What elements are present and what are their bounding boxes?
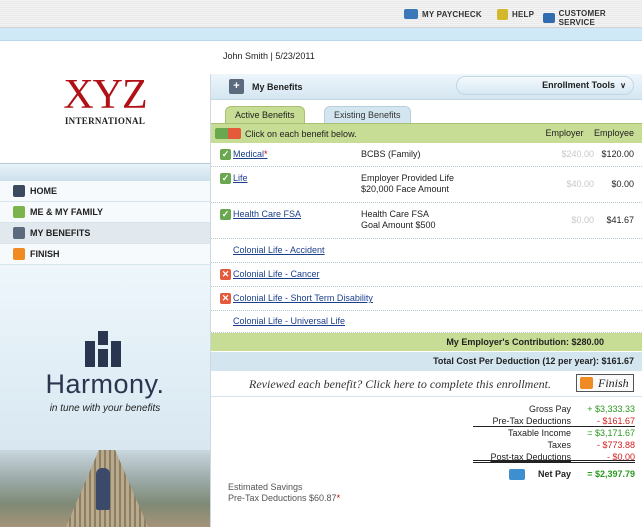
top-toolbar: MY PAYCHECK HELP CUSTOMER SERVICE bbox=[0, 0, 642, 28]
net-pay-row: Net Pay = $2,397.79 bbox=[473, 466, 635, 482]
nav-item-me-family[interactable]: ME & MY FAMILY bbox=[0, 202, 210, 223]
boardwalk-photo bbox=[0, 450, 210, 527]
family-icon bbox=[13, 206, 25, 218]
benefit-link-colonial-universal-life[interactable]: Colonial Life - Universal Life bbox=[233, 316, 345, 326]
employer-amount: $40.00 bbox=[566, 179, 594, 189]
employee-column-header: Employee bbox=[593, 128, 634, 138]
house-icon bbox=[13, 185, 25, 197]
finish-arrow-icon bbox=[580, 377, 593, 389]
paycheck-icon bbox=[404, 9, 418, 19]
taxable-income-row: Taxable Income = $3,171.67 bbox=[507, 428, 635, 438]
paycheck-summary: Estimated Savings Pre-Tax Deductions $60… bbox=[211, 397, 642, 514]
instruction-bar: Click on each benefit below. Employer Em… bbox=[211, 123, 642, 143]
harmony-tagline: in tune with your benefits bbox=[49, 403, 161, 414]
taxes-row: Taxes - $773.88 bbox=[547, 440, 635, 450]
nav-item-home[interactable]: HOME bbox=[0, 181, 210, 202]
harmony-promo: Harmony. in tune with your benefits bbox=[0, 265, 210, 527]
company-logo: XYZ INTERNATIONAL bbox=[0, 41, 210, 163]
review-bar: Reviewed each benefit? Click here to com… bbox=[211, 371, 642, 397]
help-icon bbox=[497, 9, 508, 20]
panel-header: + My Benefits Enrollment Tools ∨ bbox=[211, 74, 642, 100]
benefit-description: Employer Provided Life bbox=[361, 173, 455, 183]
left-nav-header bbox=[0, 163, 210, 181]
benefit-row: ✕ Colonial Life - Cancer bbox=[211, 263, 642, 287]
benefit-description-detail: Goal Amount $500 bbox=[361, 220, 436, 230]
benefit-description: Health Care FSA bbox=[361, 209, 430, 219]
total-cost-per-deduction: Total Cost Per Deduction (12 per year): … bbox=[211, 352, 642, 371]
check-icon: ✓ bbox=[220, 173, 231, 184]
employee-amount: $0.00 bbox=[611, 179, 634, 189]
nav-item-finish[interactable]: FINISH bbox=[0, 244, 210, 265]
benefit-row: ✕ Colonial Life - Short Term Disability bbox=[211, 287, 642, 311]
benefits-icon bbox=[13, 227, 25, 239]
gross-pay-row: Gross Pay + $3,333.33 bbox=[528, 404, 635, 414]
benefit-row: ✓ Life Employer Provided Life $20,000 Fa… bbox=[211, 167, 642, 203]
benefit-row: ✓ Health Care FSA Health Care FSA Goal A… bbox=[211, 203, 642, 239]
help-link[interactable]: HELP bbox=[497, 9, 534, 20]
instruction-text: Click on each benefit below. bbox=[245, 128, 357, 139]
benefit-tabs: Active Benefits Existing Benefits bbox=[211, 100, 642, 123]
x-icon: ✕ bbox=[220, 269, 231, 280]
posttax-row: Post-tax Deductions - $0.00 bbox=[473, 451, 635, 463]
employer-contribution: My Employer's Contribution: $280.00 bbox=[211, 333, 642, 352]
benefit-row: ✓ Medical* BCBS (Family) $240.00 $120.00 bbox=[211, 143, 642, 167]
benefit-link-colonial-cancer[interactable]: Colonial Life - Cancer bbox=[233, 269, 320, 279]
tab-existing-benefits[interactable]: Existing Benefits bbox=[324, 106, 411, 123]
benefit-description: BCBS (Family) bbox=[361, 149, 421, 159]
finish-button[interactable]: Finish bbox=[576, 374, 634, 392]
harmony-brand: Harmony. bbox=[45, 369, 165, 399]
header-band bbox=[0, 28, 642, 41]
x-icon: ✕ bbox=[220, 293, 231, 304]
employee-amount: $41.67 bbox=[606, 215, 634, 225]
benefit-row: Colonial Life - Accident bbox=[211, 239, 642, 263]
customer-service-icon bbox=[543, 13, 555, 23]
benefit-row: Colonial Life - Universal Life bbox=[211, 311, 642, 333]
estimated-savings: Estimated Savings Pre-Tax Deductions $60… bbox=[228, 482, 341, 503]
status-legend-icon bbox=[215, 128, 241, 139]
enrollment-tools-dropdown[interactable]: Enrollment Tools ∨ bbox=[456, 76, 634, 95]
customer-service-link[interactable]: CUSTOMER SERVICE bbox=[543, 9, 642, 27]
pretax-row: Pre-Tax Deductions - $161.67 bbox=[473, 415, 635, 427]
chevron-down-icon: ∨ bbox=[620, 81, 626, 90]
logo-sub-text: INTERNATIONAL bbox=[64, 116, 146, 126]
main-content: John Smith | 5/23/2011 + My Benefits Enr… bbox=[210, 41, 642, 527]
harmony-logo-icon bbox=[85, 331, 121, 367]
benefit-link-health-care-fsa[interactable]: Health Care FSA bbox=[233, 209, 301, 219]
benefit-link-life[interactable]: Life bbox=[233, 173, 248, 183]
logo-main-text: XYZ bbox=[63, 72, 147, 118]
employer-column-header: Employer bbox=[545, 128, 584, 138]
paycheck-calculation: Gross Pay + $3,333.33 Pre-Tax Deductions… bbox=[473, 403, 635, 482]
finish-icon bbox=[13, 248, 25, 260]
tab-active-benefits[interactable]: Active Benefits bbox=[225, 106, 305, 123]
net-pay-icon bbox=[509, 469, 525, 480]
panel-title: My Benefits bbox=[252, 81, 303, 92]
employer-amount: $0.00 bbox=[571, 215, 594, 225]
user-line: John Smith | 5/23/2011 bbox=[223, 51, 315, 61]
benefit-link-medical[interactable]: Medical* bbox=[233, 149, 268, 159]
employee-amount: $120.00 bbox=[601, 149, 634, 159]
employer-amount: $240.00 bbox=[561, 149, 594, 159]
benefits-plus-icon: + bbox=[229, 79, 244, 94]
benefits-panel: + My Benefits Enrollment Tools ∨ Active … bbox=[210, 74, 642, 527]
nav-item-my-benefits[interactable]: MY BENEFITS bbox=[0, 223, 210, 244]
left-navigation: HOME ME & MY FAMILY MY BENEFITS FINISH bbox=[0, 181, 210, 265]
review-prompt[interactable]: Reviewed each benefit? Click here to com… bbox=[249, 377, 551, 392]
benefit-description-detail: $20,000 Face Amount bbox=[361, 184, 450, 194]
check-icon: ✓ bbox=[220, 149, 231, 160]
benefit-link-colonial-std[interactable]: Colonial Life - Short Term Disability bbox=[233, 293, 373, 303]
benefit-link-colonial-accident[interactable]: Colonial Life - Accident bbox=[233, 245, 325, 255]
my-paycheck-link[interactable]: MY PAYCHECK bbox=[404, 9, 482, 19]
check-icon: ✓ bbox=[220, 209, 231, 220]
